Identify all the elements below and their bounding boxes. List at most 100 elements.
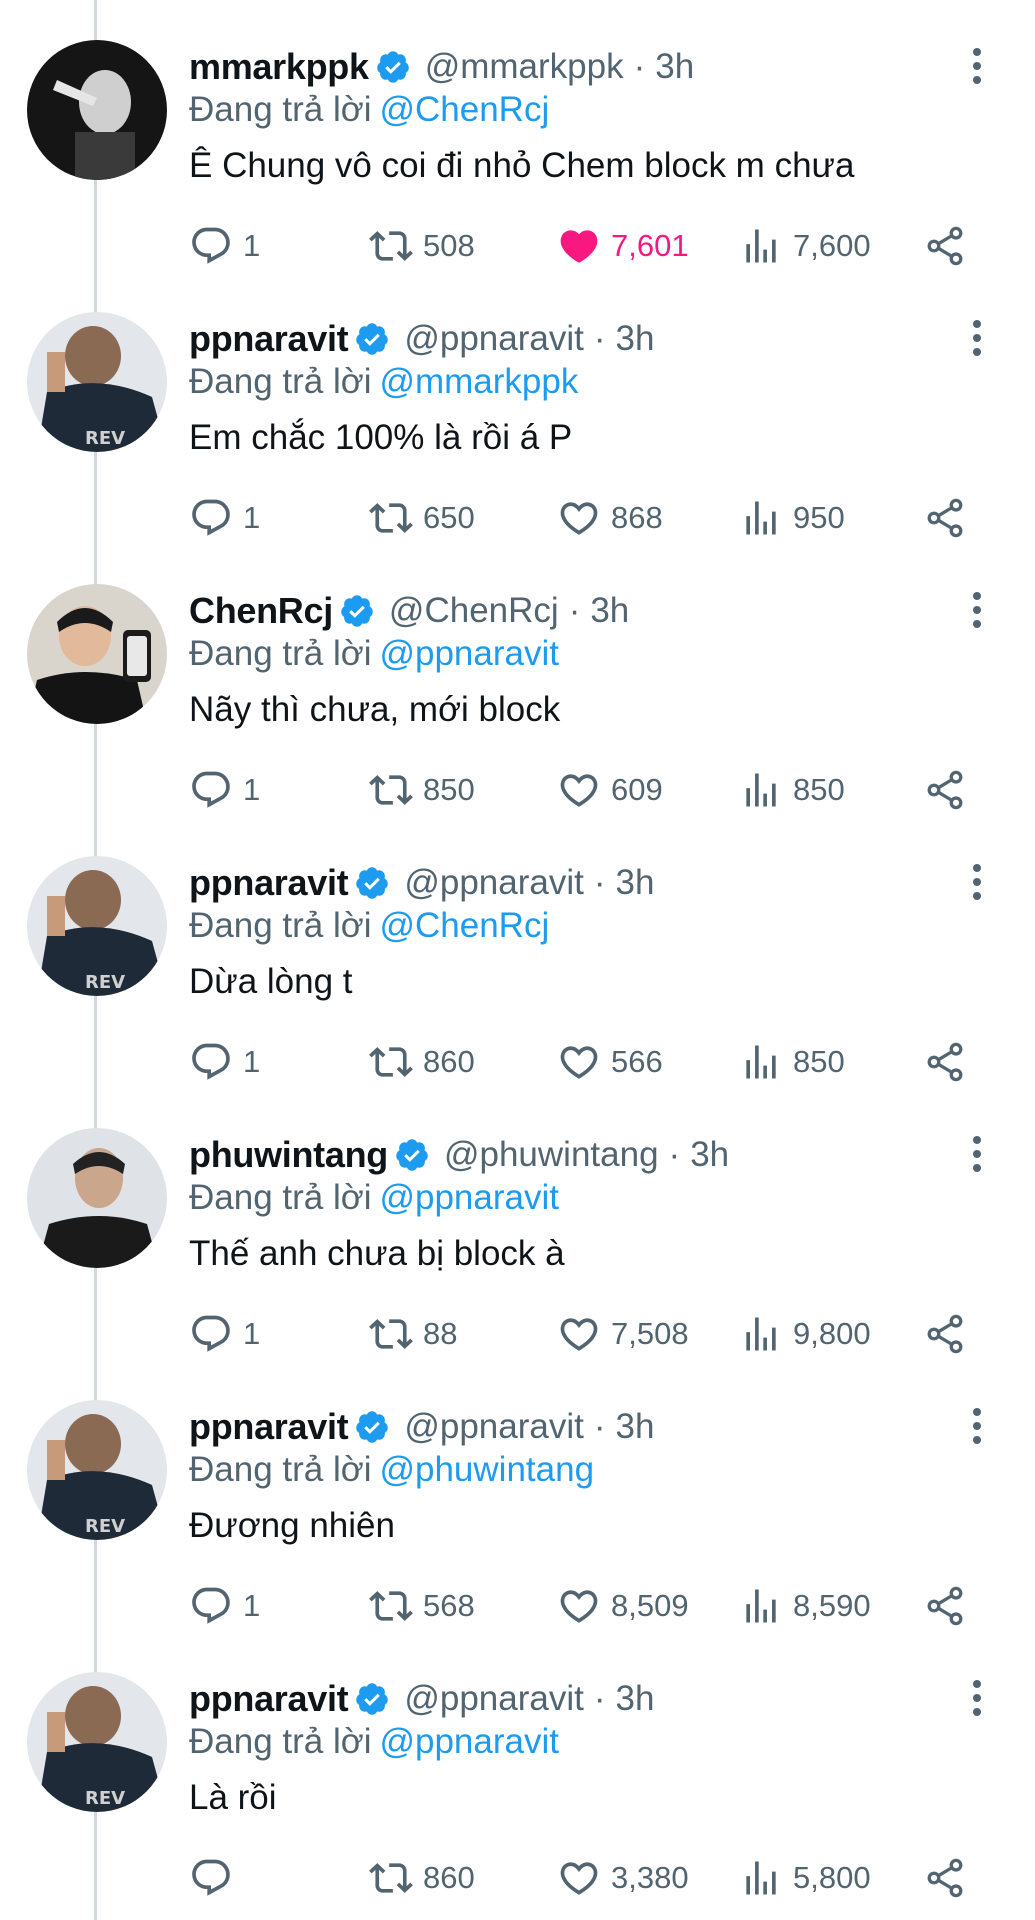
more-icon[interactable] [962,1406,992,1446]
mention-link[interactable]: @ppnaravit [379,1178,559,1217]
retweet-button[interactable]: 850 [369,764,475,816]
heart-icon [560,502,598,535]
mention-link[interactable]: @mmarkppk [379,362,578,401]
handle[interactable]: @phuwintang [444,1135,659,1175]
like-button[interactable]: 3,380 [557,1852,689,1904]
more-icon[interactable] [962,862,992,902]
share-button[interactable] [923,1036,967,1088]
timestamp[interactable]: 3h [616,1407,655,1447]
reply-count: 1 [243,228,261,263]
display-name[interactable]: ppnaravit [189,862,349,904]
timestamp[interactable]: 3h [655,47,694,87]
display-name[interactable]: ppnaravit [189,1406,349,1448]
reply-button[interactable]: 1 [189,220,260,272]
avatar[interactable] [27,584,167,724]
reply-button[interactable]: 1 [189,492,260,544]
like-button[interactable]: 566 [557,1036,663,1088]
display-name[interactable]: mmarkppk [189,46,369,88]
replying-to: Đang trả lời @ChenRcj [189,90,549,136]
share-button[interactable] [923,492,967,544]
heart-icon [560,230,598,263]
tweet-item[interactable]: mmarkppk @mmarkppk · 3h Đang trả lời @Che… [0,0,1035,272]
like-button[interactable]: 7,508 [557,1308,689,1360]
mention-link[interactable]: @ppnaravit [379,634,559,673]
retweet-button[interactable]: 568 [369,1580,475,1632]
retweet-button[interactable]: 88 [369,1308,457,1360]
display-name[interactable]: phuwintang [189,1134,388,1176]
more-icon[interactable] [962,1134,992,1174]
tweet-item[interactable]: phuwintang @phuwintang · 3h Đang trả lời… [0,1088,1035,1360]
mention-link[interactable]: @ChenRcj [379,906,549,945]
views-icon [746,1861,776,1895]
share-button[interactable] [923,1308,967,1360]
handle[interactable]: @ppnaravit [404,863,584,903]
more-icon[interactable] [962,1678,992,1718]
retweet-button[interactable]: 860 [369,1852,475,1904]
retweet-button[interactable]: 860 [369,1036,475,1088]
views-button[interactable]: 850 [739,1036,845,1088]
avatar[interactable] [27,1128,167,1268]
reply-button[interactable] [189,1852,243,1904]
more-icon[interactable] [962,46,992,86]
handle[interactable]: @ppnaravit [404,1407,584,1447]
tweet-item[interactable]: REV ppnaravit @ppnaravit · 3h Đang trả l… [0,272,1035,544]
views-icon [746,773,776,807]
display-name[interactable]: ppnaravit [189,1678,349,1720]
like-button[interactable]: 8,509 [557,1580,689,1632]
views-button[interactable]: 5,800 [739,1852,871,1904]
avatar[interactable]: REV [27,312,167,452]
retweet-button[interactable]: 508 [369,220,475,272]
share-button[interactable] [923,220,967,272]
views-button[interactable]: 950 [739,492,845,544]
views-button[interactable]: 850 [739,764,845,816]
views-button[interactable]: 7,600 [739,220,871,272]
views-button[interactable]: 9,800 [739,1308,871,1360]
like-count: 609 [611,772,663,807]
avatar[interactable]: REV [27,1672,167,1812]
reply-prefix: Đang trả lời [189,634,372,673]
like-button[interactable]: 868 [557,492,663,544]
timestamp[interactable]: 3h [690,1135,729,1175]
timestamp[interactable]: 3h [616,863,655,903]
mention-link[interactable]: @ChenRcj [379,90,549,129]
avatar[interactable]: REV [27,1400,167,1540]
handle[interactable]: @ppnaravit [404,1679,584,1719]
retweet-count: 860 [423,1860,475,1895]
like-button[interactable]: 609 [557,764,663,816]
mention-link[interactable]: @phuwintang [379,1450,594,1489]
timestamp[interactable]: 3h [590,591,629,631]
share-button[interactable] [923,1852,967,1904]
handle[interactable]: @ChenRcj [389,591,559,631]
tweet-item[interactable]: REV ppnaravit @ppnaravit · 3h Đang trả l… [0,1632,1035,1904]
more-icon[interactable] [962,318,992,358]
verified-badge-icon [376,51,409,83]
more-icon[interactable] [962,590,992,630]
svg-text:REV: REV [85,972,125,993]
handle[interactable]: @ppnaravit [404,319,584,359]
timestamp[interactable]: 3h [616,1679,655,1719]
like-button[interactable]: 7,601 [557,220,689,272]
tweet-header: ppnaravit @ppnaravit · 3h [189,314,654,364]
reply-button[interactable]: 1 [189,764,260,816]
views-button[interactable]: 8,590 [739,1580,871,1632]
timestamp[interactable]: 3h [616,319,655,359]
retweet-button[interactable]: 650 [369,492,475,544]
reply-button[interactable]: 1 [189,1036,260,1088]
reply-button[interactable]: 1 [189,1580,260,1632]
retweet-icon [369,1863,413,1893]
tweet-item[interactable]: REV ppnaravit @ppnaravit · 3h Đang trả l… [0,1360,1035,1632]
display-name[interactable]: ChenRcj [189,590,333,632]
action-bar: 1 850 609 850 [189,764,979,816]
avatar[interactable] [27,40,167,180]
tweet-item[interactable]: ChenRcj @ChenRcj · 3h Đang trả lời @ppnar… [0,544,1035,816]
mention-link[interactable]: @ppnaravit [379,1722,559,1761]
handle[interactable]: @mmarkppk [425,47,624,87]
tweet-item[interactable]: REV ppnaravit @ppnaravit · 3h Đang trả l… [0,816,1035,1088]
like-count: 8,509 [611,1588,689,1623]
avatar[interactable]: REV [27,856,167,996]
reply-button[interactable]: 1 [189,1308,260,1360]
share-button[interactable] [923,1580,967,1632]
display-name[interactable]: ppnaravit [189,318,349,360]
share-button[interactable] [923,764,967,816]
share-icon [927,498,963,538]
